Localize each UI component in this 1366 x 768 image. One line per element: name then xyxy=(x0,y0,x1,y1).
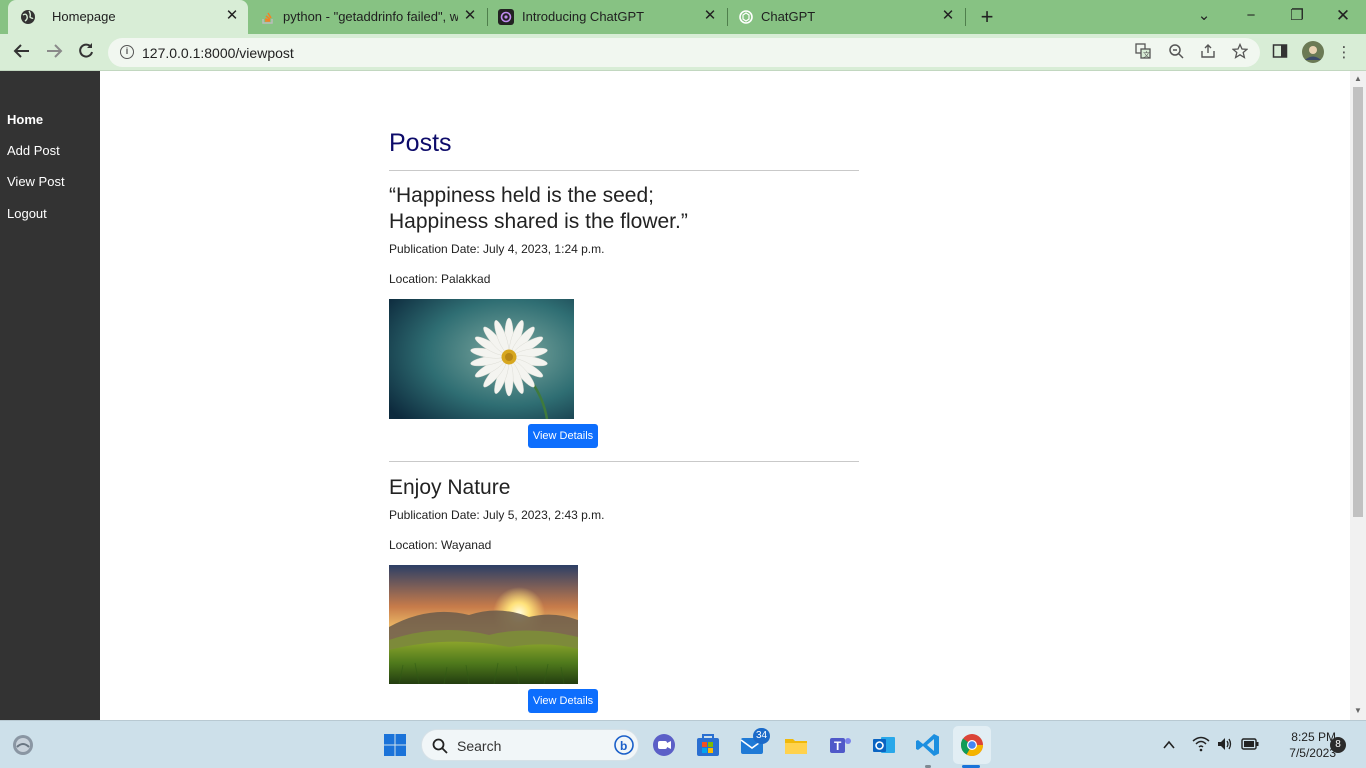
tab-search-chevron-icon[interactable]: ⌄ xyxy=(1193,4,1215,28)
microsoft-store-icon[interactable] xyxy=(695,732,721,758)
browser-toolbar: i 127.0.0.1:8000/viewpost 文 ⋮ xyxy=(0,34,1366,71)
search-label: Search xyxy=(457,738,502,754)
view-details-button[interactable]: View Details xyxy=(528,424,598,448)
close-tab-icon[interactable]: ✕ xyxy=(940,8,956,24)
post-date: Publication Date: July 5, 2023, 2:43 p.m… xyxy=(389,508,605,522)
main-content: Posts “Happiness held is the seed; Happi… xyxy=(100,71,1350,720)
side-panel-icon[interactable] xyxy=(1270,43,1290,63)
address-bar[interactable]: i 127.0.0.1:8000/viewpost 文 xyxy=(108,38,1260,67)
openai-icon xyxy=(498,9,514,25)
mail-count-badge: 34 xyxy=(753,728,771,744)
page-title: Posts xyxy=(389,129,452,157)
share-icon[interactable] xyxy=(1198,43,1218,63)
reload-icon xyxy=(79,43,93,58)
system-clock[interactable]: 8:25 PM 7/5/2023 xyxy=(1266,729,1336,761)
divider xyxy=(389,461,859,462)
tab-separator xyxy=(965,8,966,26)
sidebar-item-home[interactable]: Home xyxy=(7,112,43,127)
chevron-up-icon[interactable] xyxy=(1162,738,1176,752)
sidebar-item-view-post[interactable]: View Post xyxy=(7,174,65,189)
back-button[interactable] xyxy=(11,42,33,64)
globe-icon xyxy=(21,10,35,24)
close-tab-icon[interactable]: ✕ xyxy=(462,8,478,24)
tab-title: python - "getaddrinfo failed", wh xyxy=(283,9,458,24)
tab-title: ChatGPT xyxy=(761,9,816,24)
sunset-hills-photo xyxy=(389,565,578,684)
teams-icon[interactable]: T xyxy=(827,732,853,758)
bookmark-star-icon[interactable] xyxy=(1230,42,1250,63)
scroll-up-arrow-icon[interactable]: ▲ xyxy=(1353,74,1363,84)
forward-arrow-icon xyxy=(47,44,63,58)
wifi-icon[interactable] xyxy=(1192,736,1210,752)
stackoverflow-icon xyxy=(262,12,273,24)
outlook-icon[interactable] xyxy=(871,732,897,758)
taskbar-search[interactable]: Search b xyxy=(421,729,639,761)
browser-menu-icon[interactable]: ⋮ xyxy=(1334,43,1354,63)
post-date: Publication Date: July 4, 2023, 1:24 p.m… xyxy=(389,242,605,256)
weather-widget-icon[interactable] xyxy=(11,733,35,757)
close-window-button[interactable]: ✕ xyxy=(1332,4,1354,28)
search-icon xyxy=(432,738,448,754)
battery-icon[interactable] xyxy=(1241,737,1259,751)
post-title-line: “Happiness held is the seed; xyxy=(389,184,654,207)
sidebar-item-add-post[interactable]: Add Post xyxy=(7,143,60,158)
zoom-icon[interactable] xyxy=(1166,43,1186,63)
new-tab-button[interactable]: + xyxy=(976,6,998,28)
chatgpt-icon xyxy=(739,10,753,24)
post-title: Enjoy Nature xyxy=(389,476,511,499)
close-tab-icon[interactable]: ✕ xyxy=(224,8,240,24)
tab-homepage[interactable]: Homepage ✕ xyxy=(8,0,248,34)
volume-icon[interactable] xyxy=(1216,736,1234,752)
daisy-flower-photo xyxy=(389,299,574,419)
tab-stackoverflow[interactable]: python - "getaddrinfo failed", wh ✕ xyxy=(252,0,484,34)
close-tab-icon[interactable]: ✕ xyxy=(702,8,718,24)
forward-button[interactable] xyxy=(43,42,65,64)
post-location: Location: Palakkad xyxy=(389,272,491,286)
notification-badge[interactable]: 8 xyxy=(1330,737,1346,753)
scrollbar-thumb[interactable] xyxy=(1353,87,1363,517)
clock-time: 8:25 PM xyxy=(1291,730,1336,744)
browser-tab-strip: Homepage ✕ python - "getaddrinfo failed"… xyxy=(0,0,1366,34)
scroll-down-arrow-icon[interactable]: ▼ xyxy=(1353,706,1363,716)
site-info-icon[interactable]: i xyxy=(120,45,134,59)
bing-icon[interactable]: b xyxy=(614,735,634,755)
tab-title: Introducing ChatGPT xyxy=(522,9,645,24)
back-arrow-icon xyxy=(13,44,29,58)
sidebar-item-logout[interactable]: Logout xyxy=(7,206,47,221)
chat-video-icon[interactable] xyxy=(651,732,677,758)
url-text[interactable]: 127.0.0.1:8000/viewpost xyxy=(142,45,294,61)
tab-title: Homepage xyxy=(52,9,116,24)
svg-text:文: 文 xyxy=(1143,50,1150,59)
tab-separator xyxy=(487,8,488,26)
chrome-icon[interactable] xyxy=(959,732,985,758)
view-details-button[interactable]: View Details xyxy=(528,689,598,713)
page-scrollbar[interactable]: ▲ ▼ xyxy=(1350,71,1366,720)
restore-button[interactable]: ❐ xyxy=(1286,4,1308,28)
post-location: Location: Wayanad xyxy=(389,538,492,552)
divider xyxy=(389,170,859,171)
tab-introducing-chatgpt[interactable]: Introducing ChatGPT ✕ xyxy=(490,0,724,34)
svg-text:T: T xyxy=(834,739,842,753)
profile-avatar[interactable] xyxy=(1302,41,1324,63)
translate-icon[interactable]: 文 xyxy=(1133,43,1153,63)
vscode-icon[interactable] xyxy=(915,732,941,758)
windows-taskbar: Search b 34 T 8:25 PM 7/5/2023 8 xyxy=(0,720,1366,768)
tab-chatgpt[interactable]: ChatGPT ✕ xyxy=(730,0,962,34)
start-windows-icon[interactable] xyxy=(383,733,407,757)
tab-separator xyxy=(727,8,728,26)
clock-date: 7/5/2023 xyxy=(1289,746,1336,760)
post-title: “Happiness held is the seed; Happiness s… xyxy=(389,183,688,235)
post-title-line: Happiness shared is the flower.” xyxy=(389,210,688,233)
minimize-button[interactable]: − xyxy=(1240,4,1262,28)
reload-button[interactable] xyxy=(75,42,97,64)
sidebar: Home Add Post View Post Logout xyxy=(0,71,100,720)
svg-text:b: b xyxy=(620,739,627,753)
file-explorer-icon[interactable] xyxy=(783,732,809,758)
